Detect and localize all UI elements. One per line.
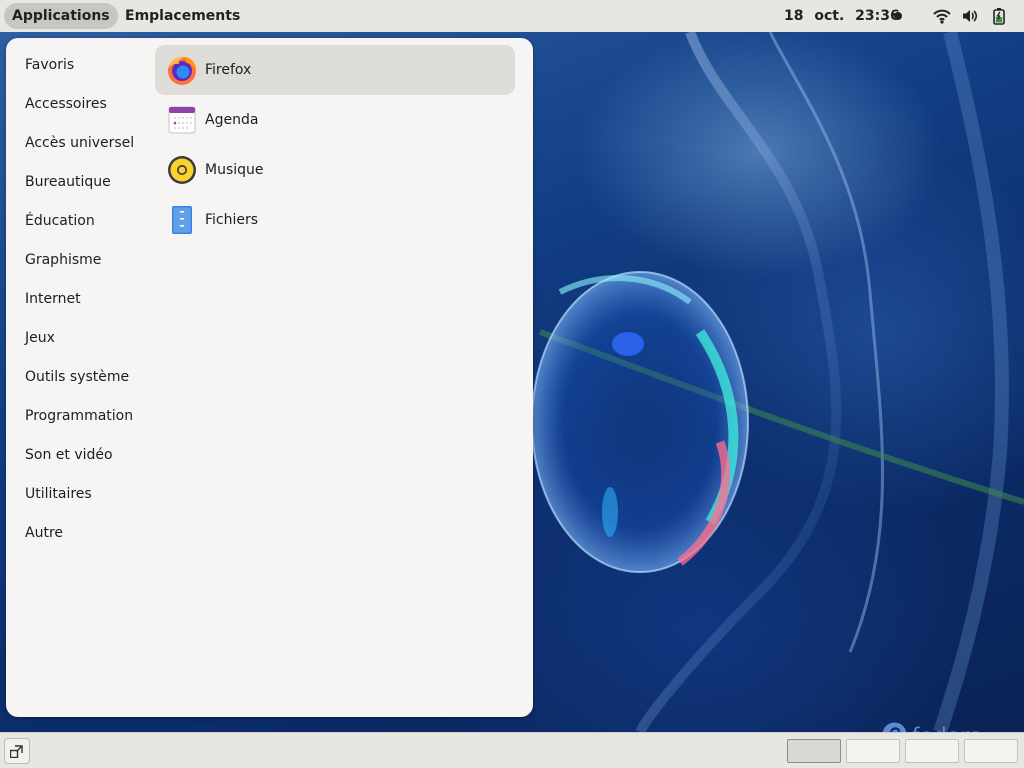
- app-label-musique: Musique: [205, 162, 264, 178]
- category-son-et-video[interactable]: Son et vidéo: [25, 444, 113, 466]
- app-label-firefox: Firefox: [205, 62, 252, 78]
- show-desktop-icon: [10, 745, 23, 758]
- app-label-fichiers: Fichiers: [205, 212, 259, 228]
- category-outils-systeme[interactable]: Outils système: [25, 366, 129, 388]
- fedora-icon: [882, 722, 907, 732]
- app-item-agenda[interactable]: Agenda: [155, 95, 515, 145]
- category-bureautique[interactable]: Bureautique: [25, 171, 111, 193]
- calendar-icon: [168, 106, 196, 134]
- category-utilitaires[interactable]: Utilitaires: [25, 483, 92, 505]
- notification-dot-icon[interactable]: [894, 12, 902, 20]
- workspace-3[interactable]: [905, 739, 959, 763]
- category-internet[interactable]: Internet: [25, 288, 81, 310]
- category-education[interactable]: Éducation: [25, 210, 95, 232]
- workspace-1[interactable]: [787, 739, 841, 763]
- category-acces-universel[interactable]: Accès universel: [25, 132, 134, 154]
- category-jeux[interactable]: Jeux: [25, 327, 55, 349]
- app-item-firefox[interactable]: Firefox: [155, 45, 515, 95]
- app-item-fichiers[interactable]: Fichiers: [155, 195, 515, 245]
- category-favoris[interactable]: Favoris: [25, 54, 74, 76]
- top-bar: Applications Emplacements 18 oct. 23:36: [0, 0, 1024, 32]
- battery-icon[interactable]: [990, 7, 1008, 25]
- category-accessoires[interactable]: Accessoires: [25, 93, 107, 115]
- wifi-icon[interactable]: [933, 7, 951, 25]
- music-icon: [168, 156, 196, 184]
- applications-menu-panel: Favoris Accessoires Accès universel Bure…: [6, 38, 533, 717]
- clock[interactable]: 18 oct. 23:36: [776, 3, 908, 29]
- firefox-icon: [168, 56, 197, 85]
- files-icon: [172, 206, 192, 234]
- volume-icon[interactable]: [961, 7, 979, 25]
- show-desktop-button[interactable]: [4, 738, 30, 764]
- fedora-logo-text: fedora: [912, 722, 983, 732]
- places-menu-button[interactable]: Emplacements: [117, 3, 248, 29]
- app-item-musique[interactable]: Musique: [155, 145, 515, 195]
- workspace-4[interactable]: [964, 739, 1018, 763]
- category-programmation[interactable]: Programmation: [25, 405, 133, 427]
- bottom-bar: [0, 732, 1024, 768]
- category-autre[interactable]: Autre: [25, 522, 63, 544]
- applications-menu-button[interactable]: Applications: [4, 3, 118, 29]
- workspace-2[interactable]: [846, 739, 900, 763]
- category-graphisme[interactable]: Graphisme: [25, 249, 101, 271]
- app-label-agenda: Agenda: [205, 112, 259, 128]
